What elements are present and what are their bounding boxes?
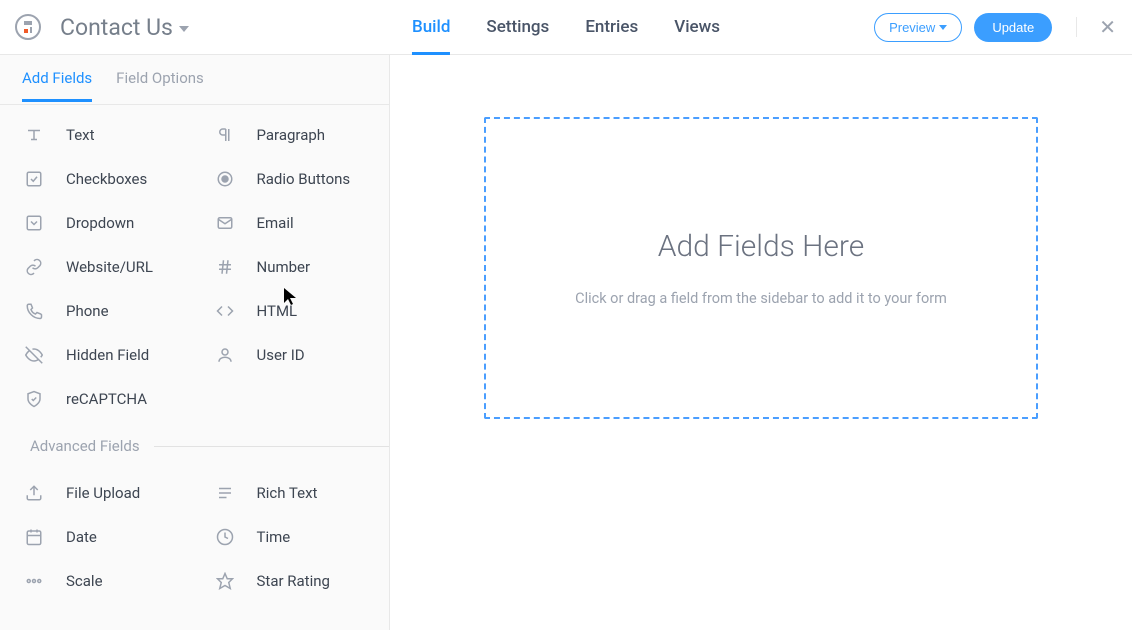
field-label: Number [257, 258, 311, 276]
field-html[interactable]: HTML [195, 289, 386, 333]
field-hidden[interactable]: Hidden Field [4, 333, 195, 377]
code-icon [215, 301, 235, 321]
advanced-label: Advanced Fields [30, 437, 140, 455]
field-label: Date [66, 528, 97, 546]
drop-zone[interactable]: Add Fields Here Click or drag a field fr… [484, 117, 1038, 419]
app-logo-icon [12, 11, 44, 43]
header-actions: Preview Update ✕ [874, 13, 1116, 42]
field-label: Radio Buttons [257, 170, 351, 188]
sidebar-tabs: Add Fields Field Options [0, 55, 389, 105]
field-label: File Upload [66, 484, 140, 502]
field-recaptcha[interactable]: reCAPTCHA [4, 377, 195, 421]
clock-icon [215, 527, 235, 547]
field-label: Text [66, 126, 95, 144]
field-label: Rich Text [257, 484, 318, 502]
tab-build[interactable]: Build [412, 0, 450, 54]
field-date[interactable]: Date [4, 515, 195, 559]
link-icon [24, 257, 44, 277]
field-rich-text[interactable]: Rich Text [195, 471, 386, 515]
sidebar-tab-add-fields[interactable]: Add Fields [22, 69, 92, 101]
field-url[interactable]: Website/URL [4, 245, 195, 289]
field-checkboxes[interactable]: Checkboxes [4, 157, 195, 201]
field-dropdown[interactable]: Dropdown [4, 201, 195, 245]
rich-text-icon [215, 483, 235, 503]
close-icon[interactable]: ✕ [1099, 17, 1116, 37]
sidebar-tab-field-options[interactable]: Field Options [116, 69, 204, 101]
field-label: Scale [66, 572, 103, 590]
field-label: Checkboxes [66, 170, 147, 188]
user-icon [215, 345, 235, 365]
shield-icon [24, 389, 44, 409]
field-label: Email [257, 214, 294, 232]
field-paragraph[interactable]: Paragraph [195, 113, 386, 157]
divider [154, 446, 389, 447]
radio-icon [215, 169, 235, 189]
upload-icon [24, 483, 44, 503]
field-label: Website/URL [66, 258, 153, 276]
field-label: User ID [257, 346, 305, 364]
drop-subtitle: Click or drag a field from the sidebar t… [575, 290, 947, 307]
tab-settings[interactable]: Settings [486, 0, 549, 54]
calendar-icon [24, 527, 44, 547]
email-icon [215, 213, 235, 233]
sidebar: Add Fields Field Options Text Paragraph … [0, 55, 390, 630]
eye-off-icon [24, 345, 44, 365]
field-phone[interactable]: Phone [4, 289, 195, 333]
checkbox-icon [24, 169, 44, 189]
phone-icon [24, 301, 44, 321]
update-button[interactable]: Update [974, 13, 1052, 42]
field-star-rating[interactable]: Star Rating [195, 559, 386, 603]
caret-down-icon [939, 25, 947, 30]
field-label: Star Rating [257, 572, 330, 590]
field-time[interactable]: Time [195, 515, 386, 559]
close-area: ✕ [1076, 17, 1116, 37]
text-icon [24, 125, 44, 145]
form-title-dropdown[interactable]: Contact Us [60, 14, 189, 41]
preview-button[interactable]: Preview [874, 13, 962, 42]
field-radio[interactable]: Radio Buttons [195, 157, 386, 201]
form-title: Contact Us [60, 14, 173, 41]
drop-title: Add Fields Here [658, 229, 865, 264]
advanced-fields-header: Advanced Fields [0, 429, 389, 463]
field-label: Time [257, 528, 291, 546]
hash-icon [215, 257, 235, 277]
content: Add Fields Field Options Text Paragraph … [0, 55, 1132, 630]
field-label: Paragraph [257, 126, 326, 144]
scale-icon [24, 571, 44, 591]
form-canvas: Add Fields Here Click or drag a field fr… [390, 55, 1132, 630]
field-email[interactable]: Email [195, 201, 386, 245]
top-header: Contact Us Build Settings Entries Views … [0, 0, 1132, 55]
star-icon [215, 571, 235, 591]
field-label: Hidden Field [66, 346, 149, 364]
field-label: Phone [66, 302, 109, 320]
paragraph-icon [215, 125, 235, 145]
preview-label: Preview [889, 20, 935, 35]
field-scale[interactable]: Scale [4, 559, 195, 603]
basic-fields-grid: Text Paragraph Checkboxes Radio Buttons … [0, 105, 389, 429]
field-number[interactable]: Number [195, 245, 386, 289]
tab-entries[interactable]: Entries [585, 0, 638, 54]
dropdown-icon [24, 213, 44, 233]
field-file-upload[interactable]: File Upload [4, 471, 195, 515]
tab-views[interactable]: Views [674, 0, 720, 54]
field-userid[interactable]: User ID [195, 333, 386, 377]
field-label: HTML [257, 302, 298, 320]
main-tabs: Build Settings Entries Views [412, 0, 720, 54]
field-label: reCAPTCHA [66, 390, 147, 408]
advanced-fields-grid: File Upload Rich Text Date Time Scale St… [0, 463, 389, 611]
field-text[interactable]: Text [4, 113, 195, 157]
field-label: Dropdown [66, 214, 134, 232]
caret-down-icon [179, 26, 189, 32]
